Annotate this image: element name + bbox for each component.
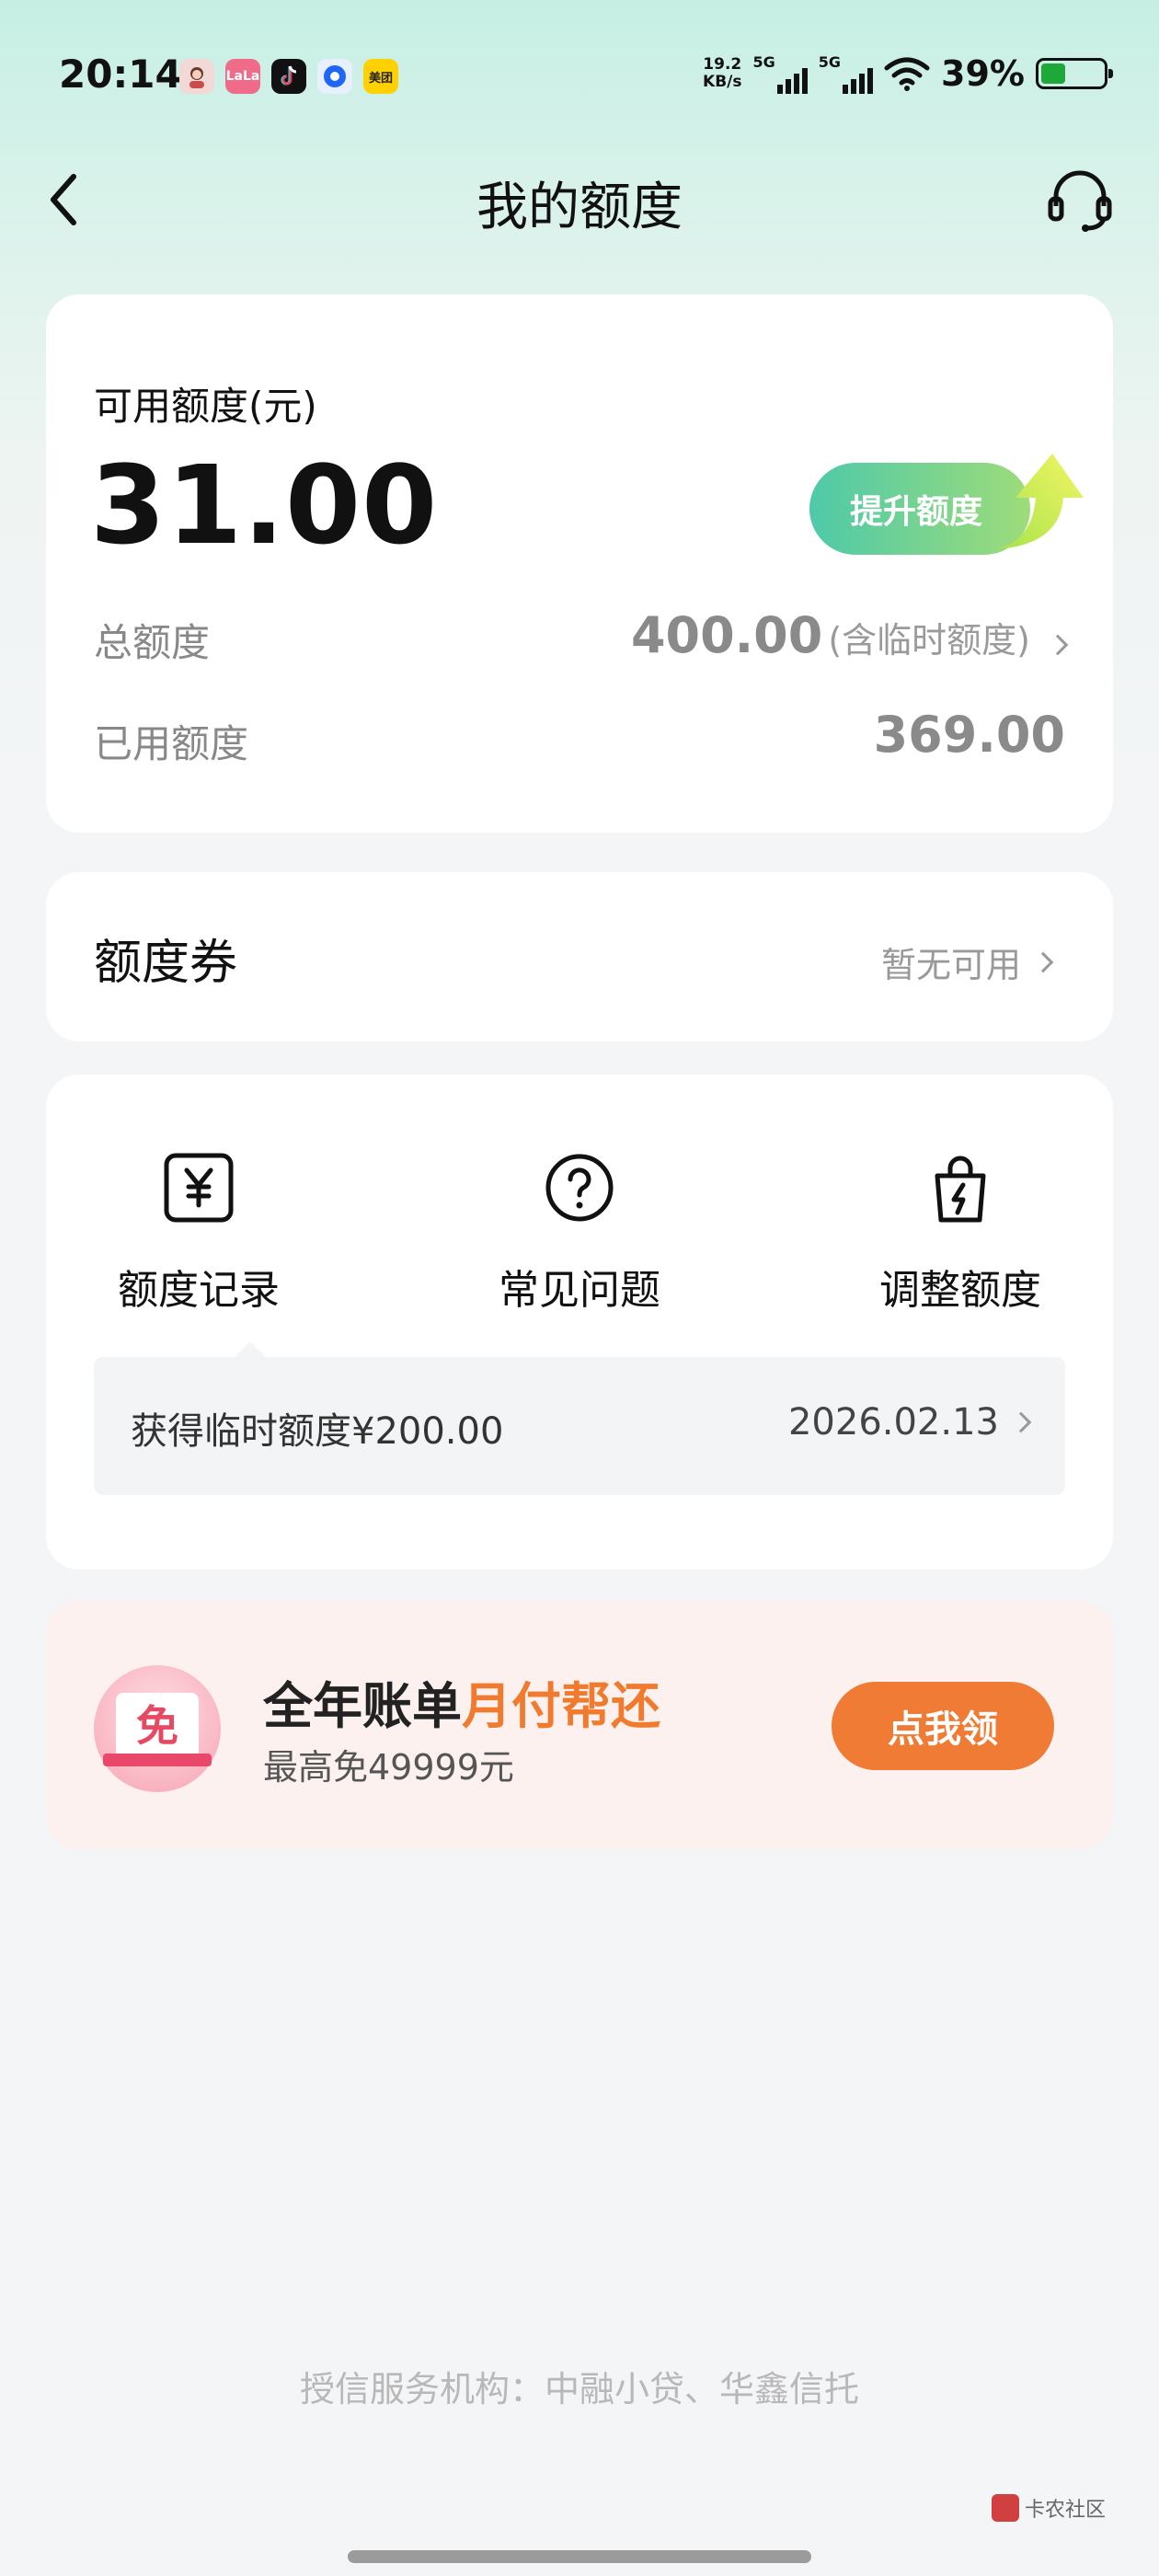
quota-coupon-card[interactable]: 额度券 暂无可用 (46, 872, 1113, 1041)
total-quota-row[interactable] (94, 474, 1065, 538)
credit-institution-note: 授信服务机构：中融小贷、华鑫信托 (299, 2369, 859, 2409)
tool-label: 额度记录 (118, 1267, 280, 1314)
battery-percent: 39% (941, 53, 1025, 94)
tool-label: 常见问题 (499, 1267, 660, 1314)
total-quota-label: 总额度 (94, 620, 211, 665)
customer-service-icon[interactable] (1045, 166, 1115, 236)
status-time: 20:14 (59, 52, 182, 97)
promo-subtitle: 最高免49999元 (263, 1747, 514, 1788)
total-quota-value: 400.00 (630, 606, 823, 664)
watermark-text: 卡农社区 (1024, 2499, 1106, 2522)
promo-banner[interactable]: 免 全年账单月付帮还 最高免49999元 点我领 (46, 1601, 1113, 1849)
tip-pointer (234, 1341, 267, 1358)
temp-quota-date: 2026.02.13 (787, 1401, 999, 1443)
tool-adjust-quota[interactable]: 调整额度 (841, 1148, 1080, 1316)
avatar-app-icon (179, 59, 214, 94)
coupon-status-text: 暂无可用 (880, 945, 1021, 985)
tool-label: 调整额度 (879, 1267, 1041, 1314)
yuan-doc-icon (164, 1153, 234, 1223)
coupon-title: 额度券 (94, 936, 238, 991)
net-speed-value: 19.2 (703, 55, 742, 74)
temp-quota-text: 获得临时额度¥200.00 (131, 1410, 504, 1453)
coupon-status: 暂无可用 (880, 937, 1054, 987)
total-quota-row-inner[interactable]: 总额度 400.00 (含临时额度) (94, 606, 1069, 676)
claim-button[interactable]: 点我领 (832, 1682, 1054, 1770)
tools-card: 额度记录 常见问题 调整额度 获得临时额度¥200.00 2026.02.13 (46, 1075, 1113, 1570)
battery-icon (1036, 58, 1113, 89)
home-indicator[interactable] (348, 2550, 811, 2563)
meituan-app-icon: 美团 (363, 59, 398, 94)
status-app-icons: LaLa 美团 (179, 59, 398, 94)
available-quota-label: 可用额度(元) (94, 384, 317, 429)
signal-5g-2-icon: 5G (818, 53, 874, 94)
lala-app-icon: LaLa (225, 59, 260, 94)
net-speed-unit: KB/s (703, 73, 742, 91)
quota-card: 可用额度(元) 31.00 提升额度 总额度 400.00 (含临时额度) 已用… (46, 294, 1113, 833)
wifi-icon (884, 57, 930, 91)
tool-quota-record[interactable]: 额度记录 (79, 1148, 318, 1316)
used-quota-value: 369.00 (873, 706, 1065, 764)
temp-quota-date-group: 2026.02.13 (787, 1401, 1032, 1443)
signal-label-2: 5G (818, 53, 842, 71)
promo-title-highlight: 月付帮还 (462, 1677, 660, 1735)
battery-fill (1041, 63, 1065, 84)
total-quota-note: (含临时额度) (828, 620, 1030, 661)
page-title: 我的额度 (476, 178, 683, 237)
chevron-right-icon (1010, 1411, 1032, 1433)
lightning-bag-icon (935, 1156, 986, 1223)
net-speed: 19.2 KB/s (703, 56, 741, 91)
watermark: 卡农社区 (991, 2493, 1106, 2523)
status-indicators: 19.2 KB/s 5G 5G 39% (703, 53, 1113, 94)
total-quota-value-group: 400.00 (含临时额度) (631, 606, 1069, 664)
douyin-app-icon (271, 59, 306, 94)
blue-app-icon (317, 59, 352, 94)
nav-bar: 我的额度 (0, 156, 1159, 239)
chevron-right-icon (1047, 634, 1069, 656)
signal-label-1: 5G (752, 53, 775, 71)
used-quota-row: 已用额度 369.00 (94, 706, 1065, 777)
used-quota-value-group: 369.00 (874, 706, 1065, 764)
temp-quota-notice[interactable]: 获得临时额度¥200.00 2026.02.13 (94, 1357, 1065, 1495)
signal-5g-1-icon: 5G (753, 53, 808, 94)
used-quota-label: 已用额度 (94, 721, 249, 766)
watermark-logo-icon (991, 2494, 1019, 2522)
status-bar: 20:14 LaLa 美团 19.2 KB/s 5G 5G 39% (0, 46, 1159, 110)
chevron-right-icon (1032, 951, 1054, 972)
free-badge-icon: 免 (94, 1665, 221, 1792)
tool-faq[interactable]: 常见问题 (460, 1148, 699, 1316)
promo-title: 全年账单月付帮还 (263, 1665, 660, 1738)
question-circle-icon (545, 1154, 614, 1222)
promo-title-main: 全年账单 (263, 1677, 462, 1735)
free-badge-char: 免 (116, 1693, 199, 1759)
